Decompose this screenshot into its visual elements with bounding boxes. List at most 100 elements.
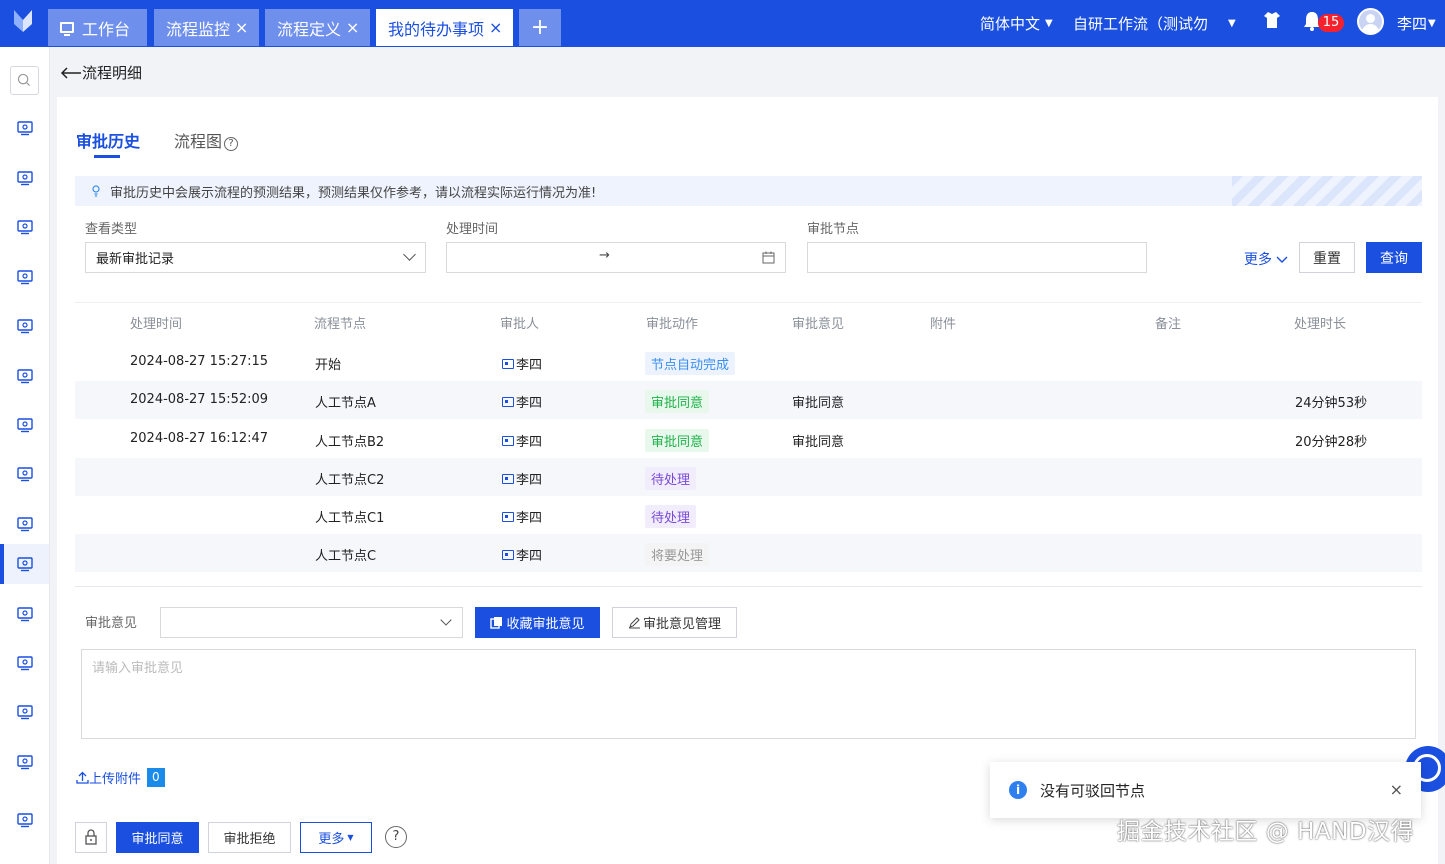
sidebar-item-flow-list[interactable] <box>0 544 49 584</box>
person-card-icon <box>502 397 514 407</box>
page-title: 流程明细 <box>82 64 143 82</box>
sidebar-item-folder-gear[interactable] <box>0 594 49 634</box>
cell-approver[interactable]: 李四 <box>502 354 542 373</box>
action-tag: 审批同意 <box>645 390 710 413</box>
button-label: 收藏审批意见 <box>506 617 585 632</box>
person-card-icon <box>502 359 514 369</box>
approver-name: 李四 <box>516 435 543 450</box>
search-button[interactable] <box>10 66 39 95</box>
tab-label: 流程图 <box>174 132 223 151</box>
cell-approver[interactable]: 李四 <box>502 469 542 488</box>
sidebar-item-monitor-gear[interactable] <box>0 158 49 198</box>
chevron-down-icon: ▼ <box>1228 18 1236 29</box>
reject-button[interactable]: 审批拒绝 <box>208 822 291 853</box>
manage-opinion-button[interactable]: 审批意见管理 <box>612 607 737 638</box>
avatar[interactable] <box>1357 8 1384 35</box>
action-tag: 将要处理 <box>645 543 710 566</box>
sidebar-item-monitor-gear[interactable] <box>0 108 49 148</box>
person-card-icon <box>502 474 514 484</box>
sidebar-item-chart-window[interactable] <box>0 692 49 732</box>
upload-icon <box>76 771 89 784</box>
approver-name: 李四 <box>516 358 543 373</box>
action-tag: 节点自动完成 <box>645 352 736 375</box>
reset-button[interactable]: 重置 <box>1299 242 1355 273</box>
tab-approval-history[interactable]: 审批历史 <box>76 128 140 158</box>
add-tab-button[interactable]: + <box>519 9 561 46</box>
cell-duration: 24分钟53秒 <box>1295 396 1368 411</box>
tab-workbench[interactable]: 工作台 <box>48 9 147 46</box>
tenant-label: 自研工作流（测试勿 <box>1073 15 1209 33</box>
monitor-gear-icon <box>16 220 33 235</box>
cell-node: 开始 <box>315 358 342 373</box>
close-icon[interactable]: × <box>1390 780 1403 799</box>
button-label: 审批意见管理 <box>642 617 721 632</box>
column-header: 审批人 <box>500 317 540 332</box>
filter-node-label: 审批节点 <box>807 222 860 237</box>
tab-label: 流程定义 <box>277 19 342 39</box>
approver-name: 李四 <box>516 396 543 411</box>
approval-node-input[interactable] <box>807 242 1147 273</box>
arrow-left-icon <box>60 66 81 79</box>
cell-opinion: 审批同意 <box>792 435 845 450</box>
language-switcher[interactable]: 简体中文 ▼ <box>980 0 1053 47</box>
app-logo[interactable] <box>10 6 36 36</box>
cell-approver[interactable]: 李四 <box>502 431 542 450</box>
sliders-icon <box>16 517 33 532</box>
opinion-textarea[interactable]: 请输入审批意见 <box>81 649 1416 739</box>
cell-approver[interactable]: 李四 <box>502 392 542 411</box>
sidebar-item-gear-cluster[interactable] <box>0 306 49 346</box>
cell-approver[interactable]: 李四 <box>502 507 542 526</box>
cell-approver[interactable]: 李四 <box>502 545 542 564</box>
sidebar-item-form-list[interactable] <box>0 643 49 683</box>
tab-process-monitor[interactable]: 流程监控 × <box>154 9 259 46</box>
theme-shirt-icon[interactable] <box>1263 11 1281 29</box>
more-actions-button[interactable]: 更多 ▼ <box>300 822 372 853</box>
tab-flow-diagram[interactable]: 流程图? <box>174 128 239 152</box>
action-tag: 待处理 <box>645 467 697 490</box>
caret-down-icon: ▼ <box>347 833 354 842</box>
tab-my-todo[interactable]: 我的待办事项 × <box>376 9 513 46</box>
watermark-text: 掘金技术社区 @ HAND汉得 <box>1117 819 1415 845</box>
approver-name: 李四 <box>516 511 543 526</box>
approver-name: 李四 <box>516 549 543 564</box>
view-type-select[interactable]: 最新审批记录 <box>85 242 426 273</box>
query-button[interactable]: 查询 <box>1366 242 1422 273</box>
chevron-down-icon <box>440 614 452 626</box>
chart-window-icon <box>16 705 33 720</box>
sidebar-item-code-window[interactable] <box>0 405 49 445</box>
help-icon[interactable]: ? <box>224 137 239 151</box>
approval-history-table: 处理时间 流程节点 审批人 审批动作 审批意见 附件 备注 处理时长 2024-08-27 1… <box>75 302 1422 587</box>
table-row: 2024-08-27 15:27:15 开始 李四 节点自动完成 <box>75 343 1422 381</box>
sidebar-item-login[interactable] <box>0 742 49 782</box>
save-opinion-button[interactable]: 收藏审批意见 <box>475 607 600 638</box>
chevron-down-icon: ▼ <box>1045 18 1053 29</box>
user-menu[interactable]: 李四 ▼ <box>1397 0 1436 47</box>
action-tag: 待处理 <box>645 505 697 528</box>
chevron-down-icon: ▼ <box>1428 18 1436 29</box>
sidebar-item-code-window[interactable] <box>0 356 49 396</box>
filter-time-label: 处理时间 <box>446 222 499 237</box>
time-range-picker[interactable]: → <box>446 242 786 273</box>
sidebar-item-sliders[interactable] <box>0 504 49 544</box>
sidebar-item-collapse-menu[interactable] <box>0 800 49 840</box>
side-nav <box>0 47 50 864</box>
info-icon: i <box>1009 781 1027 799</box>
lock-button[interactable] <box>75 822 107 853</box>
chevron-down-icon <box>403 248 416 261</box>
close-icon[interactable]: × <box>489 18 502 37</box>
approve-button[interactable]: 审批同意 <box>116 822 199 853</box>
help-icon[interactable]: ? <box>385 826 407 848</box>
upload-attachment-button[interactable]: 上传附件 0 <box>76 768 165 787</box>
close-icon[interactable]: × <box>346 18 359 37</box>
person-card-icon <box>502 512 514 522</box>
sidebar-item-org-tree[interactable] <box>0 257 49 297</box>
sidebar-item-monitor-gear[interactable] <box>0 207 49 247</box>
back-link[interactable]: 流程明细 <box>60 62 142 83</box>
sidebar-item-mail-settings[interactable] <box>0 454 49 494</box>
person-card-icon <box>502 550 514 560</box>
opinion-select[interactable] <box>160 607 463 638</box>
tenant-switcher[interactable]: 自研工作流（测试勿 ▼ <box>1073 0 1236 47</box>
close-icon[interactable]: × <box>235 18 248 37</box>
tab-process-definition[interactable]: 流程定义 × <box>265 9 370 46</box>
more-filters-toggle[interactable]: 更多 <box>1244 249 1288 269</box>
